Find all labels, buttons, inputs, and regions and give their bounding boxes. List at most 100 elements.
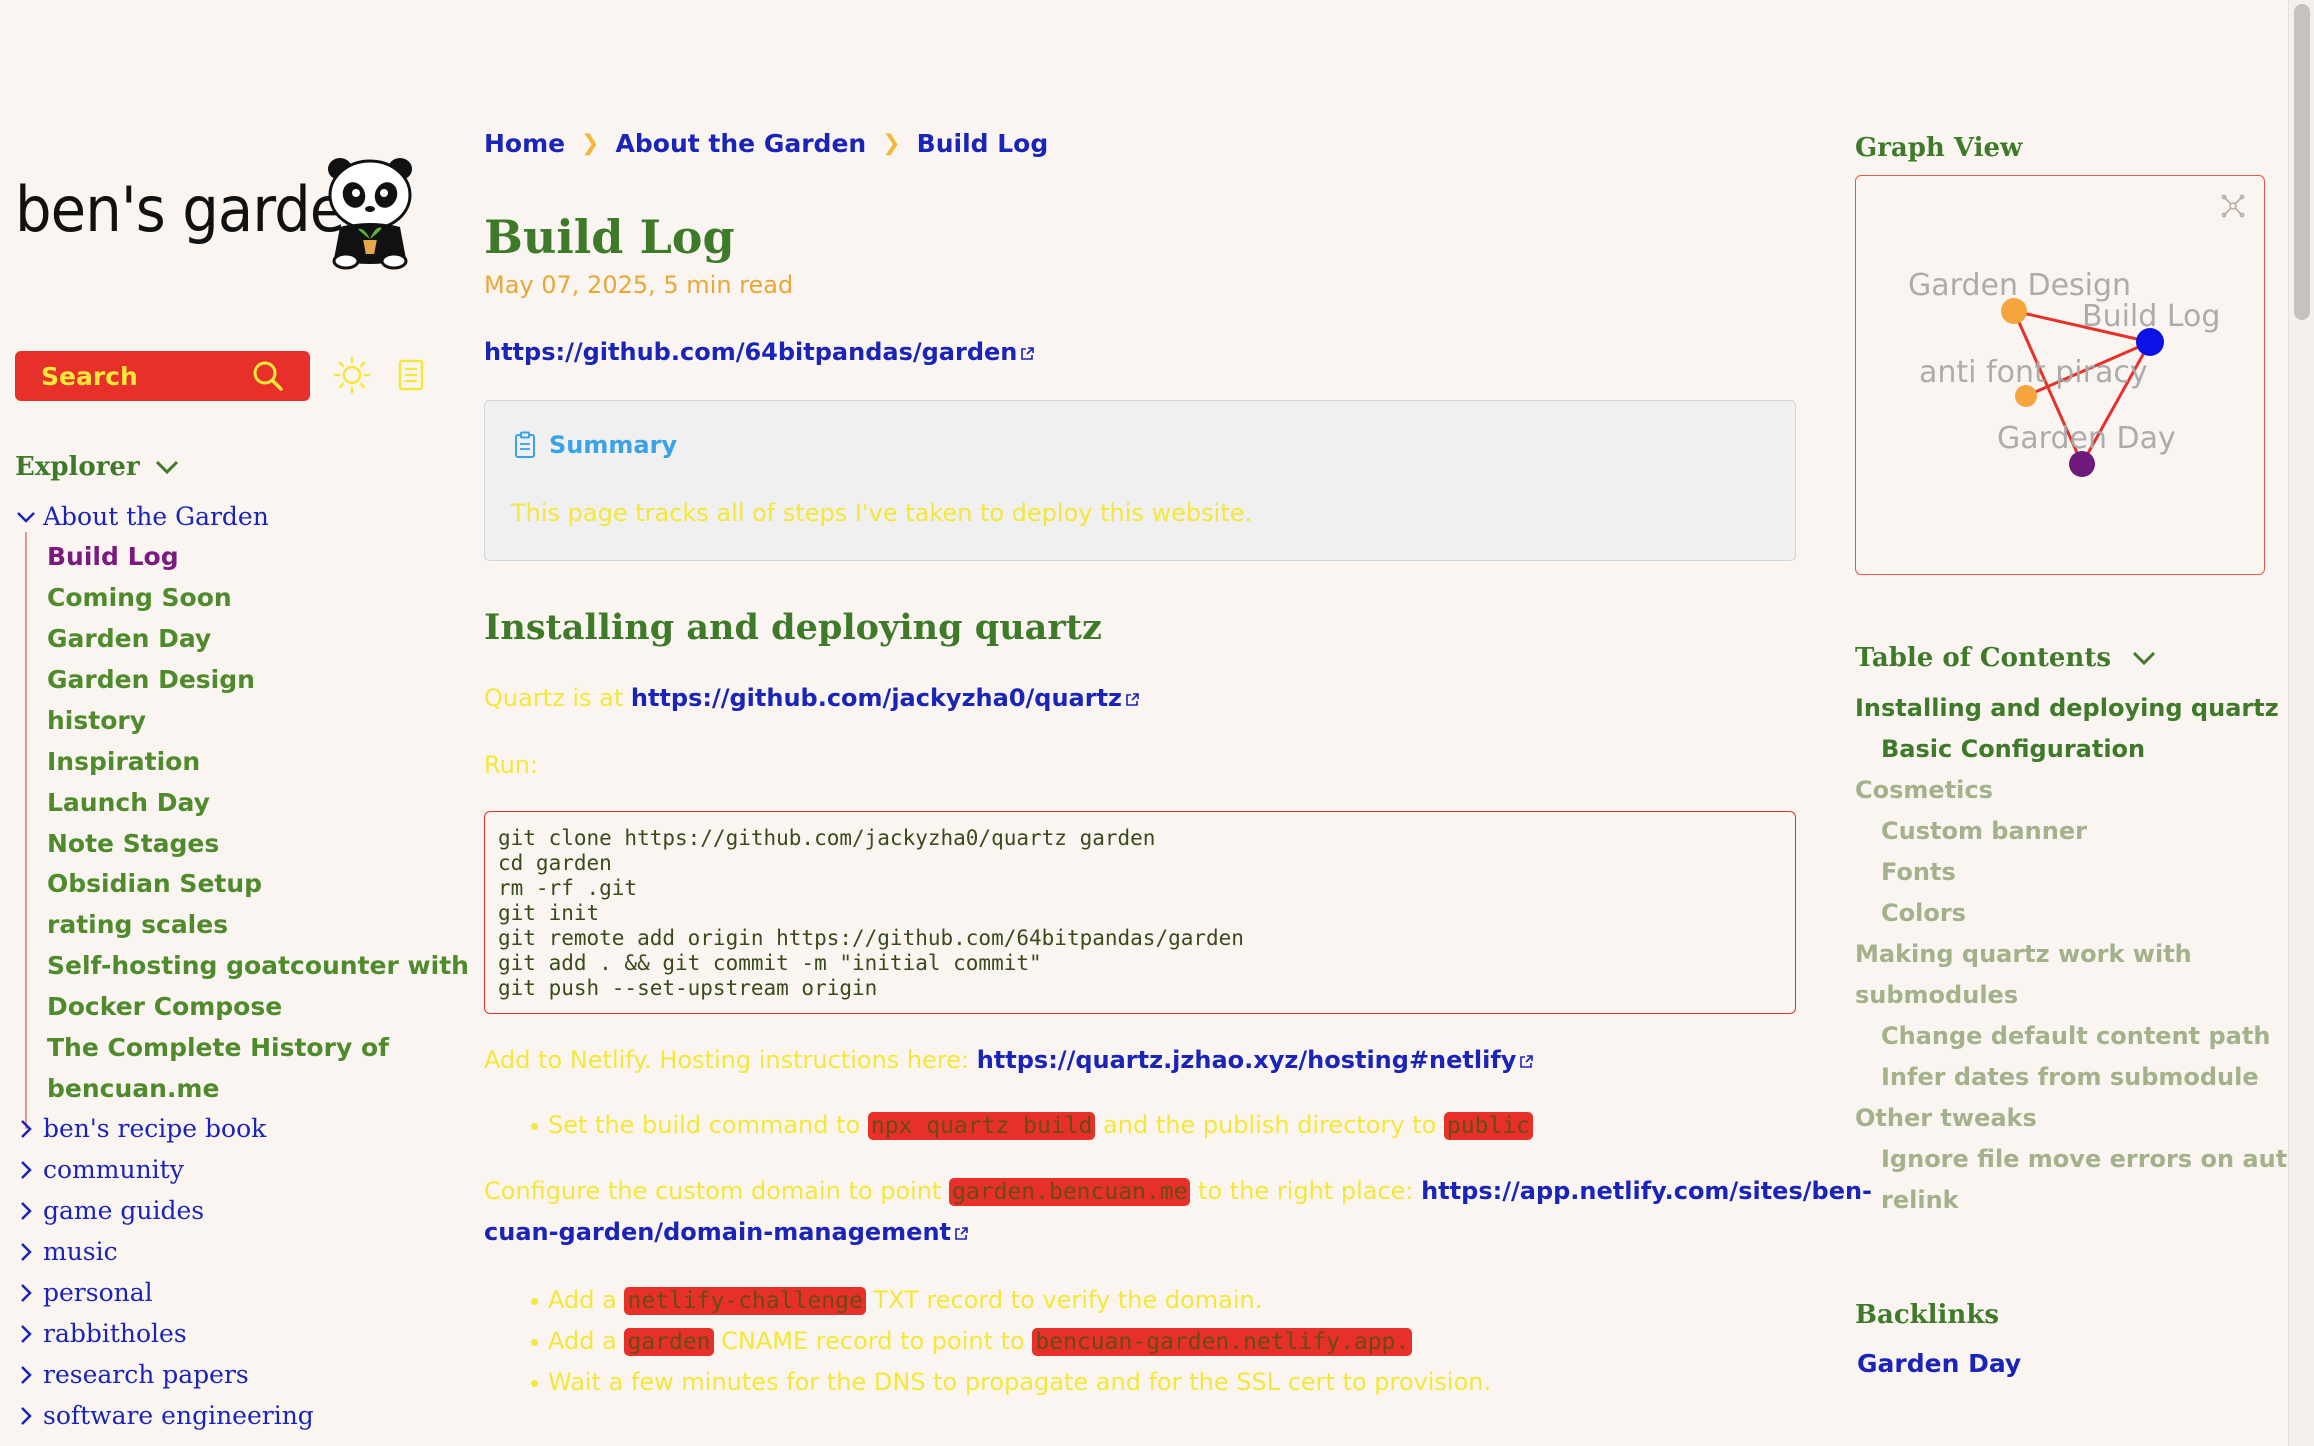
- domain-link[interactable]: https://app.netlify.com/sites/ben-: [1421, 1177, 1872, 1205]
- article-date: May 07, 2025: [484, 271, 649, 299]
- explorer-item-obsidian-setup[interactable]: Obsidian Setup: [47, 869, 262, 898]
- folder-software-engineering[interactable]: software engineering: [15, 1401, 314, 1430]
- summary-header[interactable]: Summary: [513, 431, 677, 459]
- graph-canvas[interactable]: Garden Design Build Log anti font piracy…: [1856, 176, 2264, 574]
- build-bullets: Set the build command to npx quartz buil…: [530, 1105, 1534, 1146]
- inline-code: netlify-challenge: [624, 1287, 866, 1315]
- repo-link[interactable]: https://github.com/64bitpandas/garden: [484, 338, 1017, 366]
- domain-prefix: Configure the custom domain to point: [484, 1177, 950, 1205]
- graph-label-anti-font-piracy: anti font piracy: [1919, 355, 2148, 390]
- scrollbar[interactable]: [2288, 0, 2314, 1446]
- toc-toggle[interactable]: Table of Contents: [1855, 643, 2157, 673]
- heading-installing-and-deploying-quartz: Installing and deploying quartz: [484, 607, 1102, 648]
- domain-paragraph: Configure the custom domain to point gar…: [484, 1177, 1872, 1206]
- chevron-right-icon: [21, 1406, 32, 1425]
- chevron-down-icon: [2132, 651, 2156, 666]
- repo-paragraph: https://github.com/64bitpandas/garden: [484, 338, 1035, 366]
- folder-label: rabbitholes: [43, 1319, 187, 1348]
- explorer-item-garden-design[interactable]: Garden Design: [47, 665, 255, 694]
- explorer-item-note-stages[interactable]: Note Stages: [47, 829, 219, 858]
- explorer-item-rating-scales[interactable]: rating scales: [47, 910, 228, 939]
- toc-item-ignore-file-move-line2[interactable]: relink: [1881, 1186, 1959, 1214]
- folder-label: personal: [43, 1278, 153, 1307]
- toc-item-custom-banner[interactable]: Custom banner: [1881, 817, 2087, 845]
- explorer-item-history-bencuan[interactable]: The Complete History of: [47, 1033, 389, 1062]
- graph-label-garden-design: Garden Design: [1908, 268, 2131, 303]
- toc-item-infer-dates[interactable]: Infer dates from submodule: [1881, 1063, 2259, 1091]
- inline-code: bencuan-garden.netlify.app.: [1032, 1328, 1413, 1356]
- search-button[interactable]: Search: [15, 351, 310, 401]
- expand-graph-icon[interactable]: [2221, 194, 2245, 218]
- chevron-right-icon: [21, 1283, 32, 1302]
- chevron-right-icon: ❯: [882, 131, 901, 156]
- explorer-item-build-log[interactable]: Build Log: [47, 542, 179, 571]
- folder-label: ben's recipe book: [43, 1114, 267, 1143]
- folder-music[interactable]: music: [15, 1237, 118, 1266]
- sun-icon[interactable]: [333, 356, 371, 394]
- explorer-item-garden-day[interactable]: Garden Day: [47, 624, 211, 653]
- folder-community[interactable]: community: [15, 1155, 184, 1184]
- inline-code: npx quartz build: [867, 1112, 1096, 1140]
- article-read-time: 5 min read: [663, 271, 794, 299]
- graph-node-garden-design[interactable]: [2001, 298, 2027, 324]
- search-label: Search: [41, 361, 138, 391]
- summary-text: This page tracks all of steps I've taken…: [511, 499, 1253, 527]
- toc-item-ignore-file-move[interactable]: Ignore file move errors on auto-: [1881, 1145, 2314, 1173]
- site-logo[interactable]: ben's garden: [15, 155, 425, 275]
- toc-item-installing[interactable]: Installing and deploying quartz: [1855, 694, 2279, 722]
- breadcrumb: Home ❯ About the Garden ❯ Build Log: [484, 129, 1048, 158]
- graph-view[interactable]: Garden Design Build Log anti font piracy…: [1855, 175, 2265, 575]
- panda-icon: [328, 158, 412, 270]
- toc-item-submodules-line2[interactable]: submodules: [1855, 981, 2018, 1009]
- folder-game-guides[interactable]: game guides: [15, 1196, 204, 1225]
- quartz-prefix: Quartz is at: [484, 684, 631, 712]
- quartz-link[interactable]: https://github.com/jackyzha0/quartz: [631, 684, 1122, 712]
- toc-item-submodules[interactable]: Making quartz work with: [1855, 940, 2192, 968]
- run-label: Run:: [484, 751, 539, 779]
- explorer-item-history-bencuan-line2[interactable]: bencuan.me: [47, 1074, 219, 1103]
- quartz-paragraph: Quartz is at https://github.com/jackyzha…: [484, 684, 1140, 712]
- folder-label: research papers: [43, 1360, 249, 1389]
- domain-paragraph-line2: cuan-garden/domain-management: [484, 1218, 969, 1246]
- netlify-link[interactable]: https://quartz.jzhao.xyz/hosting#netlify: [977, 1046, 1517, 1074]
- domain-link-continued[interactable]: cuan-garden/domain-management: [484, 1218, 951, 1246]
- folder-rabbitholes[interactable]: rabbitholes: [15, 1319, 187, 1348]
- code-block[interactable]: git clone https://github.com/jackyzha0/q…: [484, 811, 1796, 1014]
- summary-callout: Summary This page tracks all of steps I'…: [484, 400, 1796, 561]
- reader-mode-icon[interactable]: [395, 358, 427, 392]
- explorer-toggle[interactable]: Explorer: [15, 452, 180, 482]
- breadcrumb-home[interactable]: Home: [484, 129, 565, 158]
- toc-item-other-tweaks[interactable]: Other tweaks: [1855, 1104, 2037, 1132]
- breadcrumb-build-log[interactable]: Build Log: [917, 129, 1049, 158]
- chevron-right-icon: [21, 1324, 32, 1343]
- external-link-icon: [1021, 347, 1035, 360]
- backlink-garden-day[interactable]: Garden Day: [1857, 1349, 2021, 1378]
- list-item: Add a netlify-challenge TXT record to ve…: [530, 1280, 1491, 1321]
- graph-label-garden-day: Garden Day: [1997, 421, 2176, 456]
- explorer-item-goatcounter-line2[interactable]: Docker Compose: [47, 992, 282, 1021]
- graph-node-anti-font-piracy[interactable]: [2015, 385, 2037, 407]
- folder-research-papers[interactable]: research papers: [15, 1360, 249, 1389]
- folder-personal[interactable]: personal: [15, 1278, 153, 1307]
- toc-item-fonts[interactable]: Fonts: [1881, 858, 1956, 886]
- scrollbar-thumb[interactable]: [2294, 4, 2310, 320]
- breadcrumb-about-the-garden[interactable]: About the Garden: [616, 129, 867, 158]
- explorer-item-coming-soon[interactable]: Coming Soon: [47, 583, 232, 612]
- explorer-item-history[interactable]: history: [47, 706, 146, 735]
- folder-label: About the Garden: [43, 502, 269, 531]
- folder-children: Build Log Coming Soon Garden Day Garden …: [25, 532, 469, 1129]
- folder-recipe-book[interactable]: ben's recipe book: [15, 1114, 266, 1143]
- explorer-item-launch-day[interactable]: Launch Day: [47, 788, 210, 817]
- folder-label: software engineering: [43, 1401, 314, 1430]
- external-link-icon: [955, 1227, 968, 1240]
- folder-about-the-garden[interactable]: About the Garden: [15, 502, 269, 531]
- toc-item-colors[interactable]: Colors: [1881, 899, 1966, 927]
- graph-node-garden-day[interactable]: [2069, 451, 2095, 477]
- toc-item-change-content-path[interactable]: Change default content path: [1881, 1022, 2270, 1050]
- toc-item-cosmetics[interactable]: Cosmetics: [1855, 776, 1993, 804]
- explorer-item-goatcounter[interactable]: Self-hosting goatcounter with: [47, 951, 469, 980]
- toc-item-basic-configuration[interactable]: Basic Configuration: [1881, 735, 2145, 763]
- external-link-icon: [1520, 1055, 1534, 1068]
- graph-node-build-log[interactable]: [2136, 328, 2164, 356]
- explorer-item-inspiration[interactable]: Inspiration: [47, 747, 200, 776]
